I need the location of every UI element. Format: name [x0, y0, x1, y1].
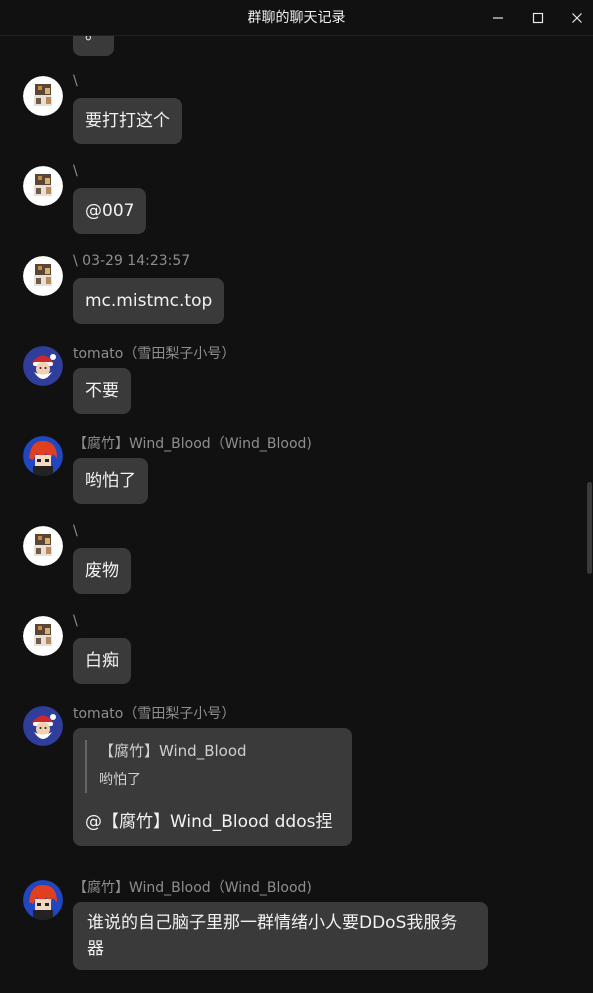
title-bar: 群聊的聊天记录	[0, 0, 593, 36]
message-text: mc.mistmc.top	[85, 291, 213, 311]
avatar[interactable]	[23, 616, 63, 656]
message-bubble[interactable]: 不要	[73, 368, 131, 414]
message-text: 白痴	[85, 651, 119, 671]
message-bubble[interactable]: mc.mistmc.top	[73, 278, 225, 324]
avatar[interactable]	[23, 346, 63, 386]
message-text: @【腐竹】Wind_Blood ddos捏	[85, 812, 333, 832]
message-bubble[interactable]: 要打打这个	[73, 98, 182, 144]
maximize-icon	[532, 12, 544, 24]
message-text: 谁说的自己脑子里那一群情绪小人要DDoS我服务器	[87, 913, 458, 959]
chat-history-window: 群聊的聊天记录 。	[0, 0, 593, 993]
minimize-icon	[493, 17, 503, 19]
sender-name: \ 03-29 14:23:57	[73, 253, 191, 269]
sender-name: 【腐竹】Wind_Blood（Wind_Blood)	[73, 436, 312, 452]
quoted-text: 哟怕了	[99, 772, 141, 788]
cat-avatar-icon	[23, 166, 63, 206]
quoted-sender: 【腐竹】Wind_Blood	[99, 742, 247, 760]
santa-avatar-icon	[23, 346, 63, 386]
message-bubble[interactable]: 谁说的自己脑子里那一群情绪小人要DDoS我服务器	[73, 902, 488, 970]
message-bubble[interactable]: 。	[73, 36, 114, 56]
close-icon	[572, 13, 582, 23]
message-bubble[interactable]: @007	[73, 188, 147, 234]
avatar[interactable]	[23, 526, 63, 566]
avatar[interactable]	[23, 256, 63, 296]
sender-name: \	[73, 523, 78, 539]
avatar[interactable]	[23, 166, 63, 206]
message-text: @007	[85, 201, 135, 221]
avatar[interactable]	[23, 436, 63, 476]
sender-name: 【腐竹】Wind_Blood（Wind_Blood)	[73, 880, 312, 896]
message-bubble[interactable]: 废物	[73, 548, 131, 594]
scrollbar-thumb[interactable]	[587, 482, 592, 574]
message-list[interactable]: 。 \ 要打打这个	[0, 36, 593, 993]
redhair-avatar-icon	[23, 880, 63, 920]
sender-name: tomato（雪田梨子小号）	[73, 706, 236, 722]
sender-name: \	[73, 73, 78, 89]
cat-avatar-icon	[23, 616, 63, 656]
message-text: 不要	[85, 381, 119, 401]
redhair-avatar-icon	[23, 436, 63, 476]
sender-name: \	[73, 613, 78, 629]
cat-avatar-icon	[23, 76, 63, 116]
message-text: 要打打这个	[85, 111, 170, 131]
message-text: 废物	[85, 561, 119, 581]
message-bubble[interactable]: 哟怕了	[73, 458, 148, 504]
cat-avatar-icon	[23, 256, 63, 296]
message-text: 哟怕了	[85, 471, 136, 491]
santa-avatar-icon	[23, 706, 63, 746]
cat-avatar-icon	[23, 526, 63, 566]
sender-name: \	[73, 163, 78, 179]
message-bubble[interactable]: 【腐竹】Wind_Blood 哟怕了 @【腐竹】Wind_Blood ddos捏	[73, 728, 352, 846]
avatar[interactable]	[23, 706, 63, 746]
avatar[interactable]	[23, 76, 63, 116]
message-bubble[interactable]: 白痴	[73, 638, 131, 684]
minimize-button[interactable]	[478, 0, 518, 36]
avatar[interactable]	[23, 880, 63, 920]
maximize-button[interactable]	[518, 0, 558, 36]
sender-name: tomato（雪田梨子小号）	[73, 346, 236, 362]
close-button[interactable]	[557, 0, 593, 36]
message-text: 。	[85, 36, 102, 44]
quoted-message[interactable]: 【腐竹】Wind_Blood 哟怕了	[85, 740, 338, 793]
